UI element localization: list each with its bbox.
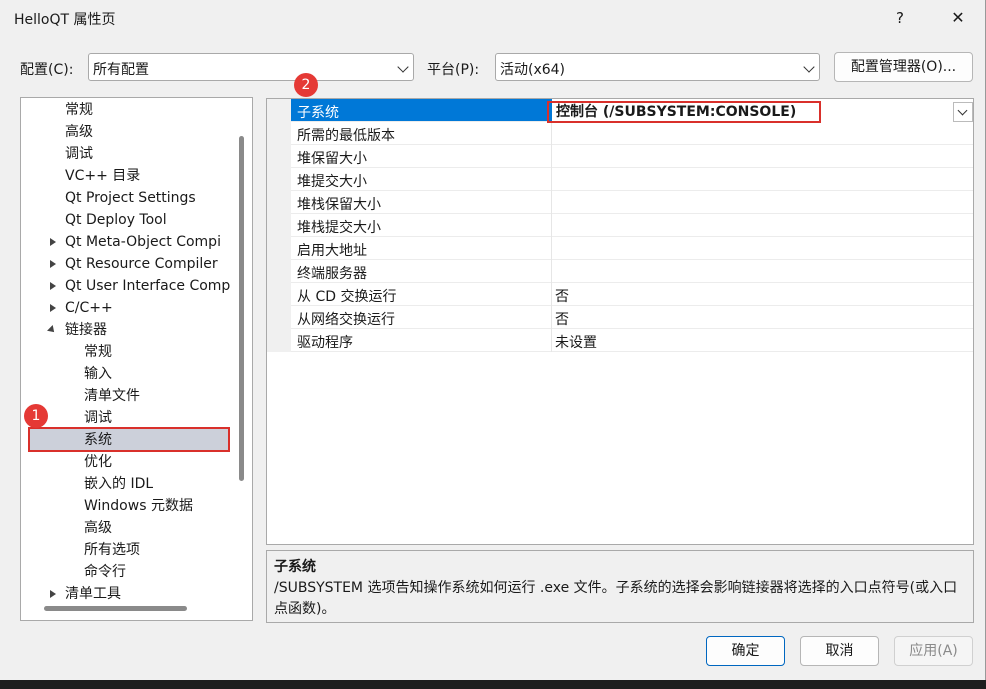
- chevron-down-icon: [803, 61, 815, 73]
- property-row[interactable]: 堆提交大小: [291, 168, 973, 191]
- tree-vertical-scrollbar[interactable]: [239, 136, 244, 481]
- tree-item[interactable]: 调试: [84, 407, 112, 429]
- expand-arrow-icon[interactable]: [50, 304, 56, 312]
- grid-gutter: [267, 99, 291, 352]
- tree-item[interactable]: Qt User Interface Comp: [65, 275, 230, 297]
- annotation-badge-2: 2: [294, 73, 318, 97]
- column-divider: [551, 191, 552, 214]
- property-value: 未设置: [555, 335, 597, 351]
- column-divider: [551, 168, 552, 191]
- tree-item[interactable]: Qt Meta-Object Compi: [65, 231, 221, 253]
- tree-item[interactable]: 清单文件: [84, 385, 140, 407]
- property-row[interactable]: 堆栈保留大小: [291, 191, 973, 214]
- property-name: 堆保留大小: [297, 151, 367, 167]
- property-name: 堆栈提交大小: [297, 220, 381, 236]
- description-title: 子系统: [274, 559, 316, 575]
- property-name: 驱动程序: [297, 335, 353, 351]
- collapse-arrow-icon[interactable]: [47, 325, 57, 335]
- tree-item[interactable]: 清单工具: [65, 583, 121, 605]
- expand-arrow-icon[interactable]: [50, 590, 56, 598]
- property-grid: 子系统 控制台 (/SUBSYSTEM:CONSOLE) 所需的最低版本 堆保留大小堆…: [266, 98, 974, 545]
- column-divider: [551, 260, 552, 283]
- property-name: 子系统: [297, 105, 339, 121]
- property-name: 所需的最低版本: [297, 128, 395, 144]
- expand-arrow-icon[interactable]: [50, 238, 56, 246]
- property-pages-dialog: HelloQT 属性页 ? ✕ 配置(C): 所有配置 平台(P): 活动(x6…: [0, 0, 986, 680]
- column-divider: [551, 283, 552, 306]
- column-divider: [551, 306, 552, 329]
- tree-item[interactable]: 命令行: [84, 561, 126, 583]
- column-divider: [551, 329, 552, 352]
- tree-item[interactable]: Qt Deploy Tool: [65, 209, 167, 231]
- config-manager-button[interactable]: 配置管理器(O)...: [834, 52, 973, 82]
- tree-item[interactable]: 调试: [65, 143, 93, 165]
- property-name: 终端服务器: [297, 266, 367, 282]
- property-name: 启用大地址: [297, 243, 367, 259]
- description-text: /SUBSYSTEM 选项告知操作系统如何运行 .exe 文件。子系统的选择会影…: [274, 580, 958, 617]
- column-divider: [551, 145, 552, 168]
- property-name: 从网络交换运行: [297, 312, 395, 328]
- ok-button[interactable]: 确定: [706, 636, 785, 666]
- cancel-button[interactable]: 取消: [800, 636, 879, 666]
- property-row[interactable]: 终端服务器: [291, 260, 973, 283]
- tree-item[interactable]: C/C++: [65, 297, 113, 319]
- tree-item[interactable]: VC++ 目录: [65, 165, 140, 187]
- chevron-down-icon: [957, 105, 968, 116]
- close-icon[interactable]: ✕: [936, 3, 980, 33]
- help-button[interactable]: ?: [880, 3, 920, 33]
- property-row[interactable]: 驱动程序 未设置: [291, 329, 973, 352]
- property-name: 堆提交大小: [297, 174, 367, 190]
- annotation-badge-1: 1: [24, 404, 48, 428]
- expand-arrow-icon[interactable]: [50, 282, 56, 290]
- apply-button[interactable]: 应用(A): [894, 636, 973, 666]
- tree-horizontal-scrollbar[interactable]: [44, 606, 187, 611]
- dropdown-button[interactable]: [953, 102, 973, 122]
- tree-item[interactable]: 优化: [84, 451, 112, 473]
- column-divider: [551, 214, 552, 237]
- tree-item[interactable]: 高级: [84, 517, 112, 539]
- platform-value: 活动(x64): [500, 62, 566, 78]
- property-name: 堆栈保留大小: [297, 197, 381, 213]
- property-row[interactable]: 启用大地址: [291, 237, 973, 260]
- property-name: 从 CD 交换运行: [297, 289, 397, 305]
- property-value: 否: [555, 312, 569, 328]
- tree-item[interactable]: Windows 元数据: [84, 495, 193, 517]
- property-value: 否: [555, 289, 569, 305]
- property-row[interactable]: 堆栈提交大小: [291, 214, 973, 237]
- tree-item[interactable]: Qt Project Settings: [65, 187, 196, 209]
- annotation-box-system: [28, 427, 230, 452]
- platform-select[interactable]: 活动(x64): [495, 53, 820, 81]
- platform-label: 平台(P):: [427, 62, 480, 78]
- tree-item[interactable]: 常规: [84, 341, 112, 363]
- column-divider: [551, 122, 552, 145]
- tree-item[interactable]: 常规: [65, 99, 93, 121]
- tree-item[interactable]: 链接器: [65, 319, 107, 341]
- tree-item[interactable]: 高级: [65, 121, 93, 143]
- property-row[interactable]: 所需的最低版本: [291, 122, 973, 145]
- background-strip: [0, 680, 986, 689]
- expand-arrow-icon[interactable]: [50, 260, 56, 268]
- tree-item[interactable]: 所有选项: [84, 539, 140, 561]
- description-panel: 子系统 /SUBSYSTEM 选项告知操作系统如何运行 .exe 文件。子系统的…: [266, 550, 974, 623]
- property-row[interactable]: 从 CD 交换运行 否: [291, 283, 973, 306]
- chevron-down-icon: [397, 61, 409, 73]
- tree-item[interactable]: Qt Resource Compiler: [65, 253, 218, 275]
- annotation-box-subsystem: [547, 101, 821, 123]
- column-divider: [551, 237, 552, 260]
- tree-item[interactable]: 嵌入的 IDL: [84, 473, 153, 495]
- property-row[interactable]: 堆保留大小: [291, 145, 973, 168]
- property-row[interactable]: 从网络交换运行 否: [291, 306, 973, 329]
- tree-item[interactable]: 输入: [84, 363, 112, 385]
